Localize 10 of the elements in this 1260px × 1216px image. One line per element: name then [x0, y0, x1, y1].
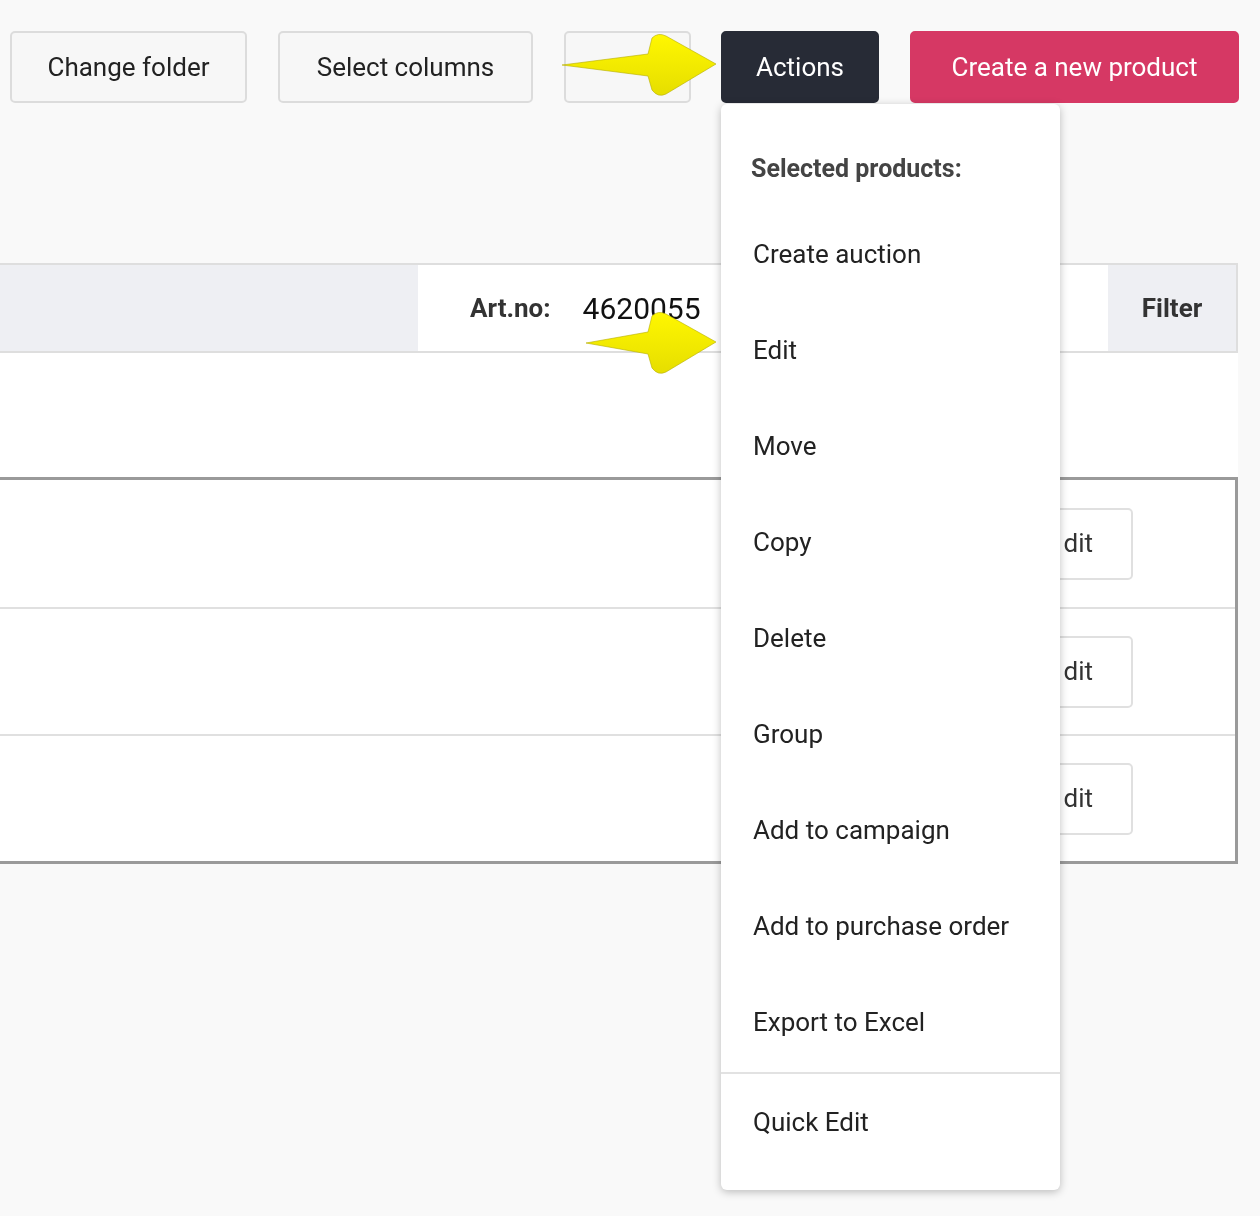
create-product-button[interactable]: Create a new product — [910, 31, 1239, 103]
menu-item[interactable]: Export to Excel — [721, 974, 1060, 1070]
menu-item[interactable]: Move — [721, 398, 1060, 494]
menu-item[interactable]: Quick Edit — [721, 1074, 1060, 1170]
toolbar-button[interactable]: Change folder — [10, 31, 247, 103]
menu-item[interactable]: Add to purchase order — [721, 878, 1060, 974]
toolbar-button[interactable]: Actions — [721, 31, 879, 103]
field-label: Art.no: — [470, 291, 551, 325]
menu-heading: Selected products: — [750, 153, 962, 185]
toolbar-button[interactable]: Select columns — [278, 31, 533, 103]
